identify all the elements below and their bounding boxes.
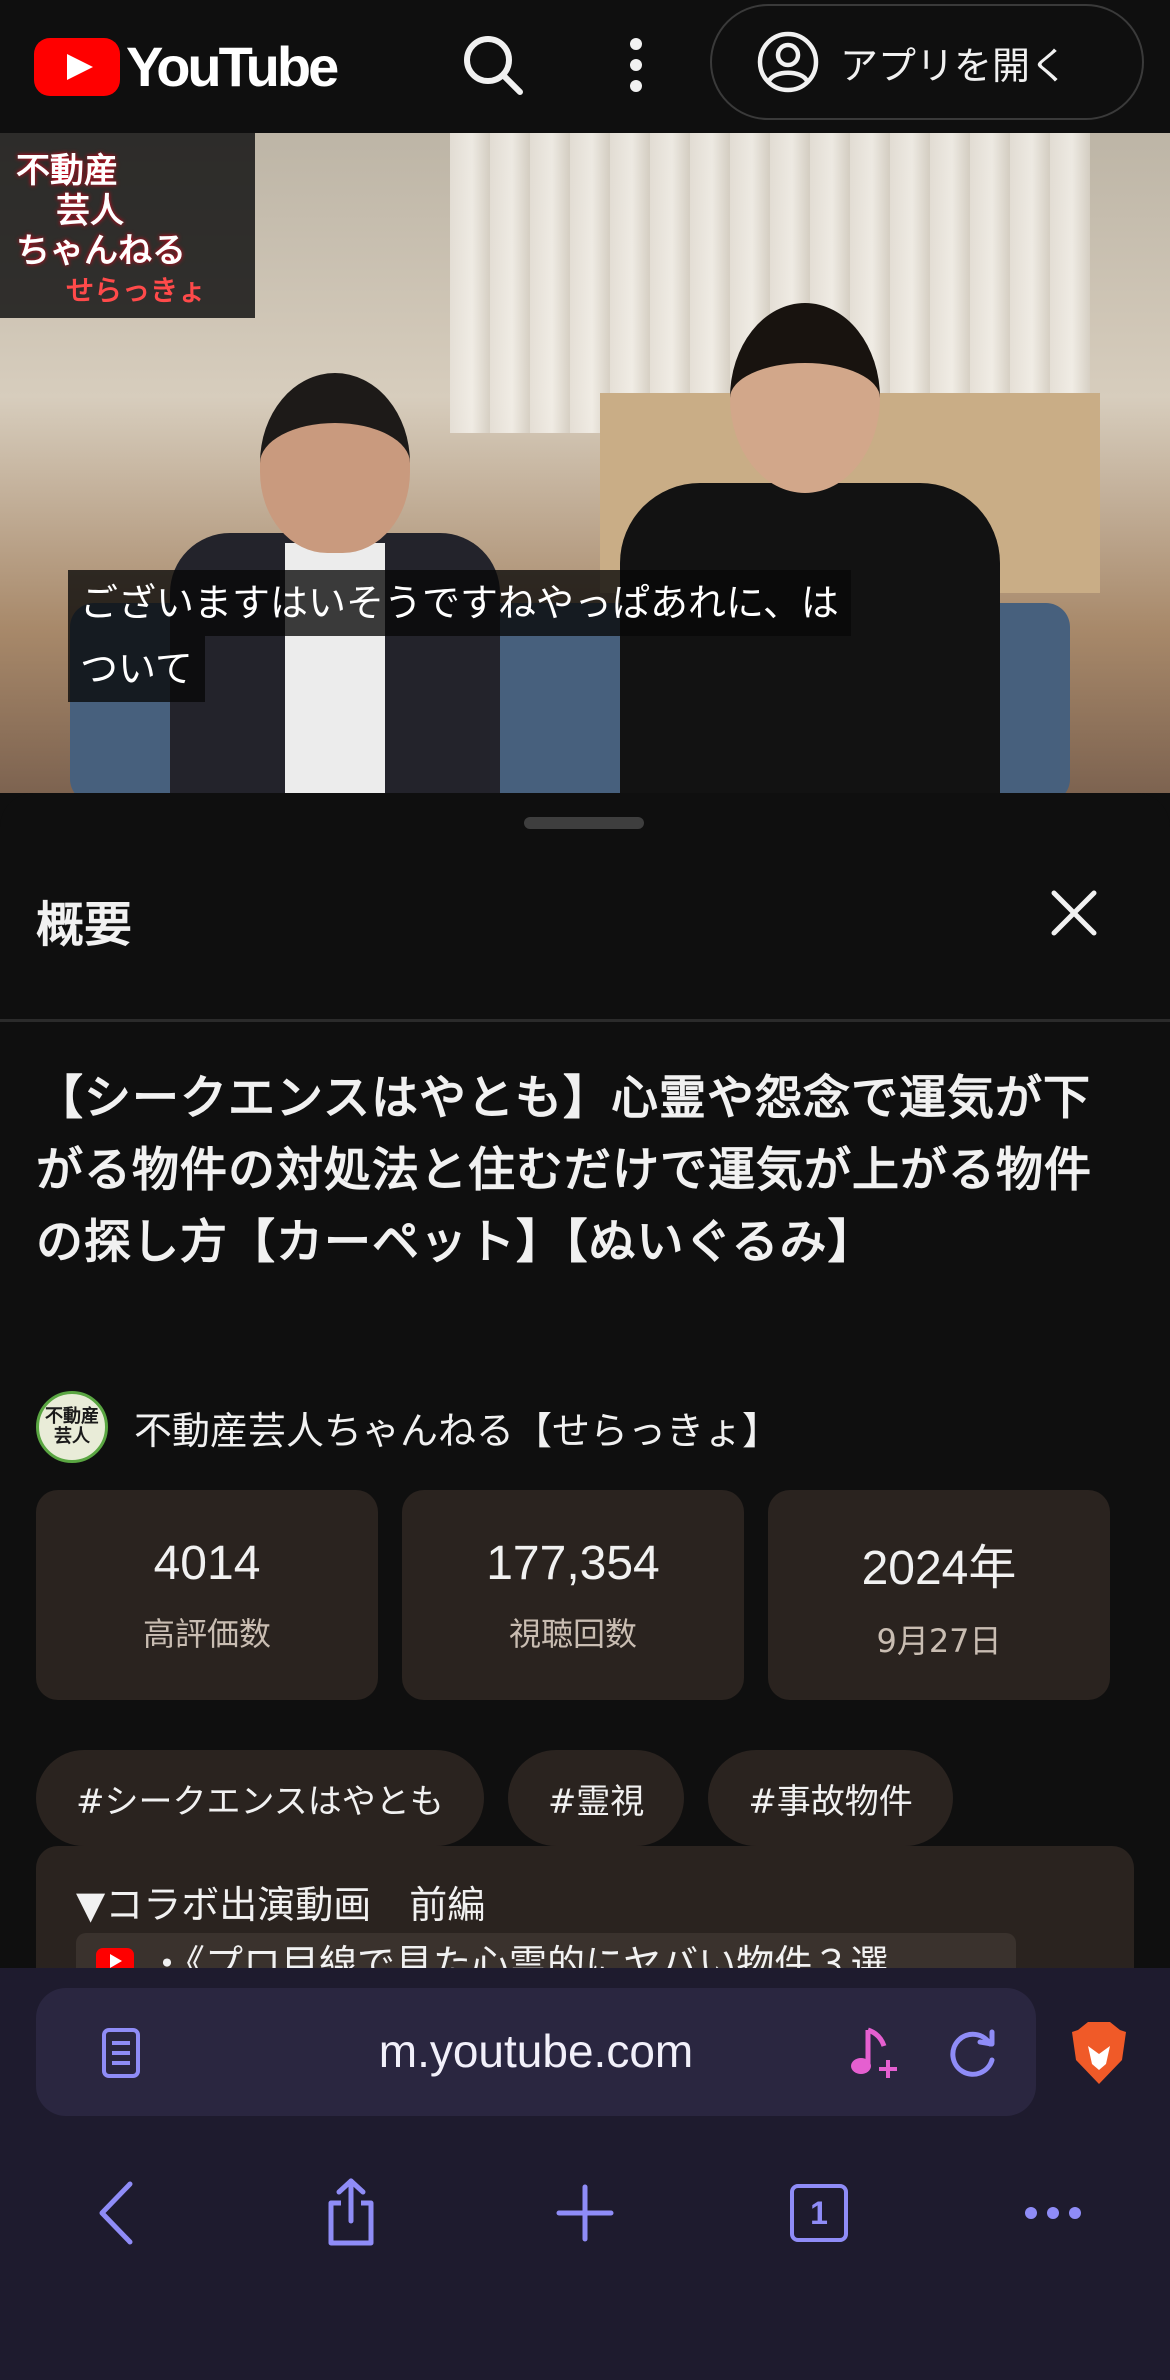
hashtag-row: #シークエンスはやとも #霊視 #事故物件	[36, 1750, 953, 1846]
tab-count: 1	[810, 2194, 828, 2231]
channel-watermark: 不動産 芸人 ちゃんねる せらっきょ	[0, 133, 255, 318]
back-button[interactable]	[72, 2168, 162, 2258]
youtube-header: YouTube アプリを開く	[0, 0, 1170, 130]
stat-value: 177,354	[486, 1536, 660, 1590]
share-icon	[328, 2178, 374, 2246]
search-icon[interactable]	[458, 30, 528, 100]
video-stats: 4014 高評価数 177,354 視聴回数 2024年 9月27日	[36, 1490, 1110, 1700]
hashtag-chip[interactable]: #事故物件	[708, 1750, 953, 1846]
channel-row[interactable]: 不動産芸人 不動産芸人ちゃんねる【せらっきょ】	[36, 1391, 780, 1463]
caption-line-2: ついて	[68, 636, 205, 702]
tabs-button[interactable]: 1	[774, 2168, 864, 2258]
new-tab-button[interactable]	[540, 2168, 630, 2258]
sheet-divider	[0, 1019, 1170, 1022]
hashtag-chip[interactable]: #シークエンスはやとも	[36, 1750, 484, 1846]
address-bar[interactable]: m.youtube.com	[36, 1988, 1036, 2116]
stat-label: 9月27日	[876, 1622, 1002, 1660]
reload-icon[interactable]	[944, 2024, 1002, 2082]
stat-views: 177,354 視聴回数	[402, 1490, 744, 1700]
chevron-left-icon	[99, 2181, 133, 2245]
description-box[interactable]: ▼コラボ出演動画 前編 ・《プロ目線で見た心霊的にヤバい物件３選...	[36, 1846, 1134, 1986]
youtube-play-icon	[34, 37, 120, 96]
channel-avatar[interactable]: 不動産芸人	[36, 1391, 108, 1463]
tab-count-icon: 1	[790, 2184, 848, 2242]
more-vert-icon[interactable]	[614, 30, 658, 100]
browser-toolbar: 1	[0, 2168, 1170, 2278]
sheet-drag-handle[interactable]	[524, 817, 644, 829]
stat-value: 4014	[153, 1536, 261, 1590]
browser-chrome: m.youtube.com 1	[0, 1968, 1170, 2380]
open-app-label: アプリを開く	[840, 43, 1069, 88]
playlist-add-music-icon[interactable]	[848, 2022, 904, 2082]
more-menu-button[interactable]	[1008, 2168, 1098, 2258]
more-horiz-icon	[1025, 2207, 1081, 2219]
close-icon[interactable]	[1046, 885, 1102, 941]
plus-icon	[556, 2184, 614, 2242]
account-icon	[757, 31, 819, 93]
video-title: 【シークエンスはやとも】心霊や怨念で運気が下がる物件の対処法と住むだけで運気が上…	[36, 1071, 1092, 1270]
share-button[interactable]	[306, 2168, 396, 2258]
sheet-title: 概要	[36, 897, 133, 953]
open-app-button[interactable]: アプリを開く	[710, 4, 1144, 120]
brave-shields-icon[interactable]	[1070, 2020, 1128, 2086]
stat-label: 視聴回数	[508, 1614, 637, 1653]
stat-date: 2024年 9月27日	[768, 1490, 1110, 1700]
description-sheet: 概要 【シークエンスはやとも】心霊や怨念で運気が下がる物件の対処法と住むだけで運…	[0, 793, 1170, 1986]
logo-text: YouTube	[126, 35, 339, 98]
description-line: ▼コラボ出演動画 前編	[76, 1883, 486, 1927]
video-person-right	[600, 303, 1000, 793]
stat-value: 2024年	[861, 1542, 1017, 1595]
caption-line-1: ございますはいそうですねやっぱあれに、は	[68, 570, 851, 636]
video-player[interactable]: 不動産 芸人 ちゃんねる せらっきょ ございますはいそうですねやっぱあれに、は …	[0, 133, 1170, 793]
hashtag-chip[interactable]: #霊視	[507, 1750, 685, 1846]
youtube-logo[interactable]: YouTube	[34, 34, 339, 99]
channel-name[interactable]: 不動産芸人ちゃんねる【せらっきょ】	[134, 1400, 780, 1455]
stat-label: 高評価数	[142, 1614, 271, 1653]
video-caption: ございますはいそうですねやっぱあれに、は ついて	[68, 570, 851, 702]
stat-likes: 4014 高評価数	[36, 1490, 378, 1700]
